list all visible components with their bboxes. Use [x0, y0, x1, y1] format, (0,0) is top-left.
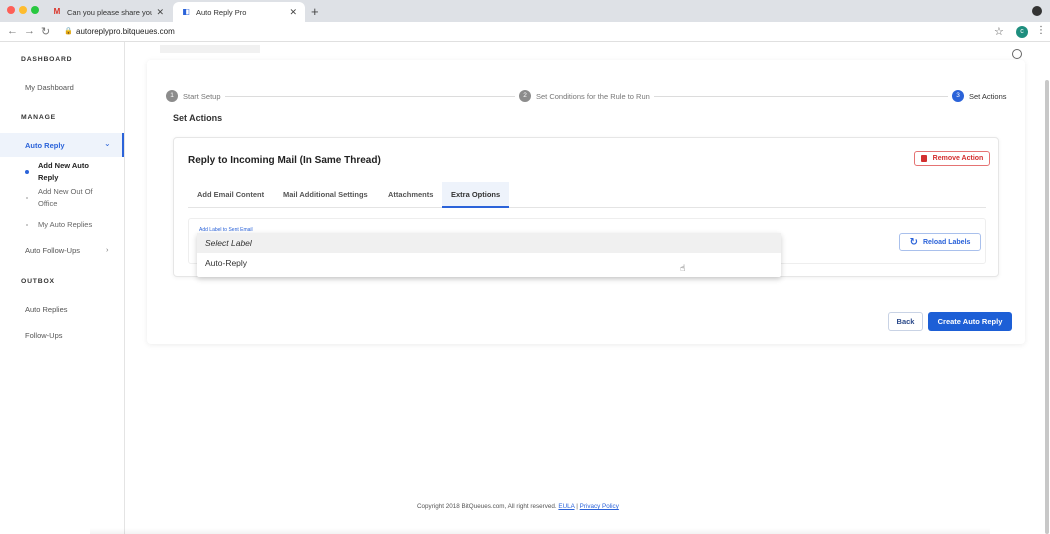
- tab-title: Auto Reply Pro: [196, 7, 247, 17]
- sidebar-item-label: Auto Reply: [25, 141, 65, 150]
- user-account-icon[interactable]: [1012, 49, 1022, 59]
- section-head-outbox: OUTBOX: [21, 278, 55, 285]
- tab-extra-options[interactable]: Extra Options: [442, 182, 510, 208]
- scrollbar[interactable]: [1045, 80, 1049, 534]
- gmail-icon: M: [53, 7, 61, 16]
- maximize-window-dot[interactable]: [31, 6, 39, 14]
- sidebar-item-follow-ups[interactable]: Follow-Ups: [25, 331, 63, 340]
- sidebar-item-auto-follow-ups[interactable]: Auto Follow-Ups: [25, 246, 80, 255]
- hand-cursor-icon: ☝: [680, 263, 686, 273]
- refresh-icon: ↻: [909, 236, 918, 248]
- chevron-down-icon: ⌄: [104, 139, 111, 148]
- sidebar-item-my-dashboard[interactable]: My Dashboard: [25, 83, 74, 92]
- main-content: 1 Start Setup 2 Set Conditions for the R…: [125, 42, 1050, 534]
- browser-tab-gmail[interactable]: M Can you please share your me ✕: [44, 2, 172, 22]
- dropdown-option-auto-reply[interactable]: Auto-Reply: [197, 253, 781, 273]
- sidebar-subitem-add-new-out-of-office[interactable]: Add New Out Of Office: [38, 186, 108, 210]
- more-menu-icon[interactable]: ⋮: [1036, 25, 1046, 36]
- step-number: 1: [166, 90, 178, 102]
- sidebar-item-auto-reply[interactable]: Auto Reply ⌄: [0, 133, 124, 157]
- back-button[interactable]: Back: [888, 312, 923, 331]
- footer: Copyright 2018 BitQueues.com, All right …: [417, 503, 619, 510]
- step-set-conditions[interactable]: 2 Set Conditions for the Rule to Run: [515, 90, 654, 102]
- browser-tab-auto-reply-pro[interactable]: ◧ Auto Reply Pro ✕: [173, 2, 305, 22]
- step-label: Set Actions: [969, 91, 1007, 101]
- sidebar-subitem-my-auto-replies[interactable]: My Auto Replies: [38, 219, 108, 231]
- reload-labels-button[interactable]: ↻ Reload Labels: [899, 233, 981, 251]
- copyright-text: Copyright 2018 BitQueues.com, All right …: [417, 503, 557, 510]
- app-icon: ◧: [182, 7, 190, 16]
- url-field[interactable]: autoreplypro.bitqueues.com: [76, 27, 175, 36]
- chevron-right-icon: ›: [106, 245, 109, 254]
- tab-attachments[interactable]: Attachments: [379, 182, 442, 208]
- remove-action-label: Remove Action: [932, 155, 984, 162]
- tab-mail-additional-settings[interactable]: Mail Additional Settings: [274, 182, 377, 208]
- sidebar-item-auto-replies[interactable]: Auto Replies: [25, 305, 68, 314]
- close-icon[interactable]: ✕: [289, 7, 297, 18]
- bottom-shadow: [90, 528, 990, 534]
- dropdown-placeholder[interactable]: Select Label: [197, 233, 781, 253]
- bullet-icon: [26, 197, 28, 199]
- footer-separator: |: [576, 503, 578, 510]
- create-auto-reply-button[interactable]: Create Auto Reply: [928, 312, 1012, 331]
- tab-add-email-content[interactable]: Add Email Content: [188, 182, 273, 208]
- active-dot-icon: [25, 170, 29, 174]
- sidebar: DASHBOARD My Dashboard MANAGE Auto Reply…: [0, 42, 125, 534]
- step-start-setup[interactable]: 1 Start Setup: [162, 90, 225, 102]
- section-head-dashboard: DASHBOARD: [21, 56, 73, 63]
- close-icon[interactable]: ✕: [156, 7, 164, 18]
- section-head-manage: MANAGE: [21, 114, 57, 121]
- reload-icon[interactable]: ↻: [41, 25, 50, 38]
- sidebar-subitem-add-new-auto-reply[interactable]: Add New Auto Reply: [38, 160, 108, 184]
- eula-link[interactable]: EULA: [558, 503, 574, 510]
- section-title: Set Actions: [173, 113, 223, 123]
- browser-tab-bar: M Can you please share your me ✕ ◧ Auto …: [0, 0, 1050, 22]
- bookmark-star-icon[interactable]: ☆: [994, 25, 1004, 38]
- new-tab-button[interactable]: +: [311, 4, 319, 19]
- lock-icon: 🔒: [64, 28, 73, 35]
- step-label: Start Setup: [183, 91, 221, 101]
- action-title: Reply to Incoming Mail (In Same Thread): [188, 155, 381, 166]
- remove-action-button[interactable]: Remove Action: [914, 151, 990, 166]
- minimize-window-dot[interactable]: [19, 6, 27, 14]
- action-tabs: Add Email Content Mail Additional Settin…: [188, 182, 986, 208]
- privacy-policy-link[interactable]: Privacy Policy: [580, 503, 619, 510]
- browser-menu-icon[interactable]: [1032, 6, 1042, 16]
- trash-icon: [920, 155, 927, 162]
- step-set-actions[interactable]: 3 Set Actions: [948, 90, 1011, 102]
- step-number: 2: [519, 90, 531, 102]
- reload-labels-label: Reload Labels: [922, 238, 971, 246]
- forward-arrow-icon[interactable]: →: [24, 25, 35, 37]
- bullet-icon: [26, 224, 28, 226]
- address-bar: ← → ↻ 🔒 autoreplypro.bitqueues.com ☆ c ⋮: [0, 22, 1050, 42]
- profile-avatar[interactable]: c: [1016, 26, 1028, 38]
- page-title-placeholder: [160, 45, 260, 53]
- label-dropdown[interactable]: Select Label Auto-Reply: [197, 233, 781, 277]
- tab-title: Can you please share your me: [67, 7, 153, 17]
- step-number: 3: [952, 90, 964, 102]
- close-window-dot[interactable]: [7, 6, 15, 14]
- back-arrow-icon[interactable]: ←: [7, 25, 18, 37]
- step-label: Set Conditions for the Rule to Run: [536, 91, 650, 101]
